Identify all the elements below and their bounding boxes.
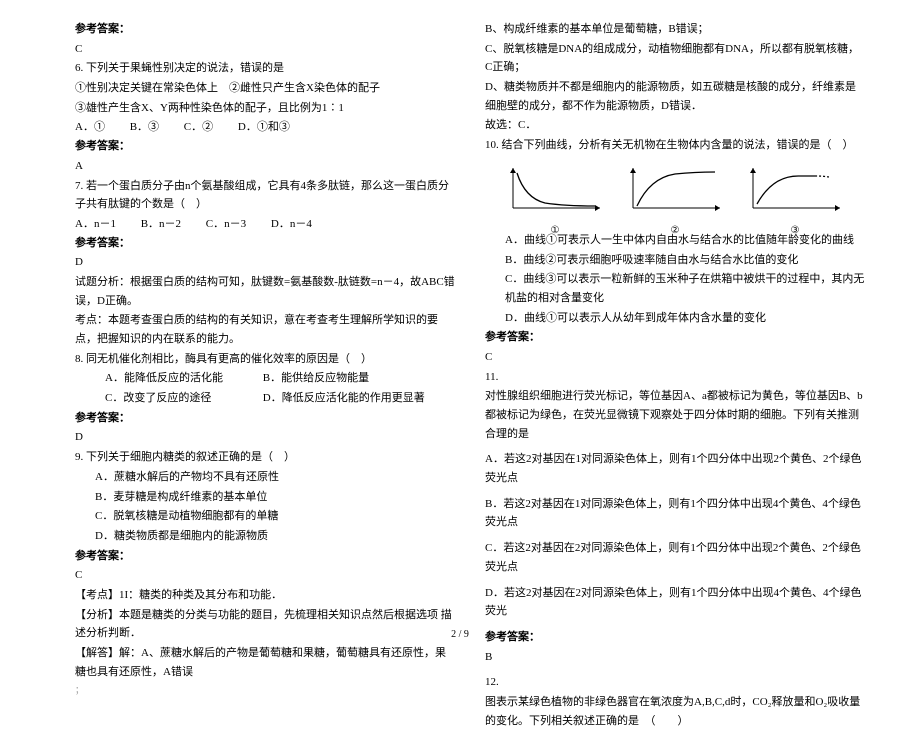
q10-choices: A．曲线①可表示人一生中体内自由水与结合水的比值随年龄变化的曲线 B．曲线②可表…	[485, 231, 865, 327]
q8-c: C．改变了反应的途径	[105, 389, 260, 408]
q11-d: D．若这2对基因在2对同源染色体上，则有1个四分体中出现4个黄色、4个绿色荧光	[485, 584, 865, 621]
left-column: 参考答案： C 6. 下列关于果蝇性别决定的说法，错误的是 ①性别决定关键在常染…	[75, 20, 455, 731]
r-b: B、构成纤维素的基本单位是葡萄糖，B错误；	[485, 20, 865, 39]
answer-heading: 参考答案：	[75, 409, 455, 428]
two-column-layout: 参考答案： C 6. 下列关于果蝇性别决定的说法，错误的是 ①性别决定关键在常染…	[75, 20, 865, 731]
q9-jieda: 【解答】解：A、蔗糖水解后的产物是葡萄糖和果糖，葡萄糖具有还原性，果糖也具有还原…	[75, 644, 455, 681]
q10-b: B．曲线②可表示细胞呼吸速率随自由水与结合水比值的变化	[505, 251, 865, 270]
answer-value: D	[75, 428, 455, 447]
q6-stem: 6. 下列关于果蝇性别决定的说法，错误的是	[75, 59, 455, 78]
q11-c: C．若这2对基因在2对同源染色体上，则有1个四分体中出现2个黄色、2个绿色荧光点	[485, 539, 865, 576]
q12-head: 12.	[485, 673, 865, 692]
q10-d: D．曲线①可以表示人从幼年到成年体内含水量的变化	[505, 309, 865, 328]
q7-kaodian: 考点：本题考查蛋白质的结构的有关知识，意在考查考生理解所学知识的要点，把握知识的…	[75, 311, 455, 348]
q8-stem: 8. 同无机催化剂相比，酶具有更高的催化效率的原因是（ ）	[75, 350, 455, 369]
answer-value: D	[75, 253, 455, 272]
q7-choices: A．n－1 B．n－2 C．n－3 D．n－4	[75, 218, 334, 230]
chart-2-label: ②	[625, 222, 725, 239]
curve-1-icon	[505, 163, 605, 213]
chart-1-label: ①	[505, 222, 605, 239]
q10-c: C．曲线③可以表示一粒新鲜的玉米种子在烘箱中被烘干的过程中，其内无机盐的相对含量…	[505, 270, 865, 307]
q7-b: B．n－2	[141, 218, 181, 230]
page-number: 2 / 9	[451, 626, 469, 643]
q6-a: A．①	[75, 121, 105, 133]
r-guxuan: 故选：C．	[485, 116, 865, 135]
curve-3-icon	[745, 163, 845, 213]
q12-stem: 图表示某绿色植物的非绿色器官在氧浓度为A,B,C,d时，CO₂释放量和O₂吸收量…	[485, 693, 865, 730]
answer-value: B	[485, 648, 865, 667]
q6-b: B．③	[130, 121, 159, 133]
r-c: C、脱氧核糖是DNA的组成成分，动植物细胞都有DNA，所以都有脱氧核糖，C正确；	[485, 40, 865, 77]
chart-1: ①	[505, 163, 605, 223]
q7-stem: 7. 若一个蛋白质分子由n个氨基酸组成，它具有4条多肽链，那么这一蛋白质分子共有…	[75, 177, 455, 214]
q9-d: D．糖类物质都是细胞内的能源物质	[95, 527, 455, 546]
q6-c: C．②	[184, 121, 213, 133]
q9-c: C．脱氧核糖是动植物细胞都有的单糖	[95, 507, 455, 526]
q7-a: A．n－1	[75, 218, 116, 230]
q10-stem: 10. 结合下列曲线，分析有关无机物在生物体内含量的说法，错误的是（ ）	[485, 136, 865, 155]
answer-heading: 参考答案：	[75, 234, 455, 253]
answer-value: A	[75, 157, 455, 176]
q11-a: A．若这2对基因在1对同源染色体上，则有1个四分体中出现2个黄色、2个绿色荧光点	[485, 450, 865, 487]
q9-b: B．麦芽糖是构成纤维素的基本单位	[95, 488, 455, 507]
q9-analysis: 【分析】本题是糖类的分类与功能的题目，先梳理相关知识点然后根据选项 描述分析判断…	[75, 606, 455, 643]
q8-choices: A．能降低反应的活化能 B．能供给反应物能量 C．改变了反应的途径 D．降低反应…	[75, 369, 455, 407]
chart-3: ③	[745, 163, 845, 223]
q8-a: A．能降低反应的活化能	[105, 369, 260, 388]
q9-kaodian: 【考点】1I：糖类的种类及其分布和功能．	[75, 586, 455, 605]
q9-cut: ；	[75, 683, 455, 698]
q9-stem: 9. 下列关于细胞内糖类的叙述正确的是（ ）	[75, 448, 455, 467]
q6-sub2: ③雄性产生含X、Y两种性染色体的配子，且比例为1∶1	[75, 99, 455, 118]
q8-b: B．能供给反应物能量	[263, 372, 369, 384]
r-d: D、糖类物质并不都是细胞内的能源物质，如五碳糖是核酸的成分，纤维素是细胞壁的成分…	[485, 78, 865, 115]
answer-heading: 参考答案：	[75, 137, 455, 156]
curve-2-icon	[625, 163, 725, 213]
q7-d: D．n－4	[271, 218, 312, 230]
q11-b: B．若这2对基因在1对同源染色体上，则有1个四分体中出现4个黄色、4个绿色荧光点	[485, 495, 865, 532]
answer-heading: 参考答案：	[485, 628, 865, 647]
q11-stem: 对性腺组织细胞进行荧光标记，等位基因A、a都被标记为黄色，等位基因B、b都被标记…	[485, 387, 865, 443]
answer-value: C	[75, 566, 455, 585]
answer-heading: 参考答案：	[75, 547, 455, 566]
answer-value: C	[75, 40, 455, 59]
q8-d: D．降低反应活化能的作用更显著	[263, 392, 425, 404]
q6-d: D．①和③	[238, 121, 290, 133]
q9-choices: A．蔗糖水解后的产物均不具有还原性 B．麦芽糖是构成纤维素的基本单位 C．脱氧核…	[75, 468, 455, 546]
q6-sub1: ①性别决定关键在常染色体上 ②雌性只产生含X染色体的配子	[75, 79, 455, 98]
answer-heading: 参考答案：	[75, 20, 455, 39]
q7-c: C．n－3	[206, 218, 246, 230]
chart-row: ① ②	[485, 163, 865, 223]
chart-3-label: ③	[745, 222, 845, 239]
q11-head: 11.	[485, 368, 865, 387]
q7-analysis: 试题分析：根据蛋白质的结构可知，肽键数=氨基酸数-肽链数=n－4，故ABC错误，…	[75, 273, 455, 310]
answer-value: C	[485, 348, 865, 367]
q9-a: A．蔗糖水解后的产物均不具有还原性	[95, 468, 455, 487]
q6-choices: A．① B．③ C．② D．①和③	[75, 121, 312, 133]
chart-2: ②	[625, 163, 725, 223]
right-column: B、构成纤维素的基本单位是葡萄糖，B错误； C、脱氧核糖是DNA的组成成分，动植…	[485, 20, 865, 731]
answer-heading: 参考答案：	[485, 328, 865, 347]
